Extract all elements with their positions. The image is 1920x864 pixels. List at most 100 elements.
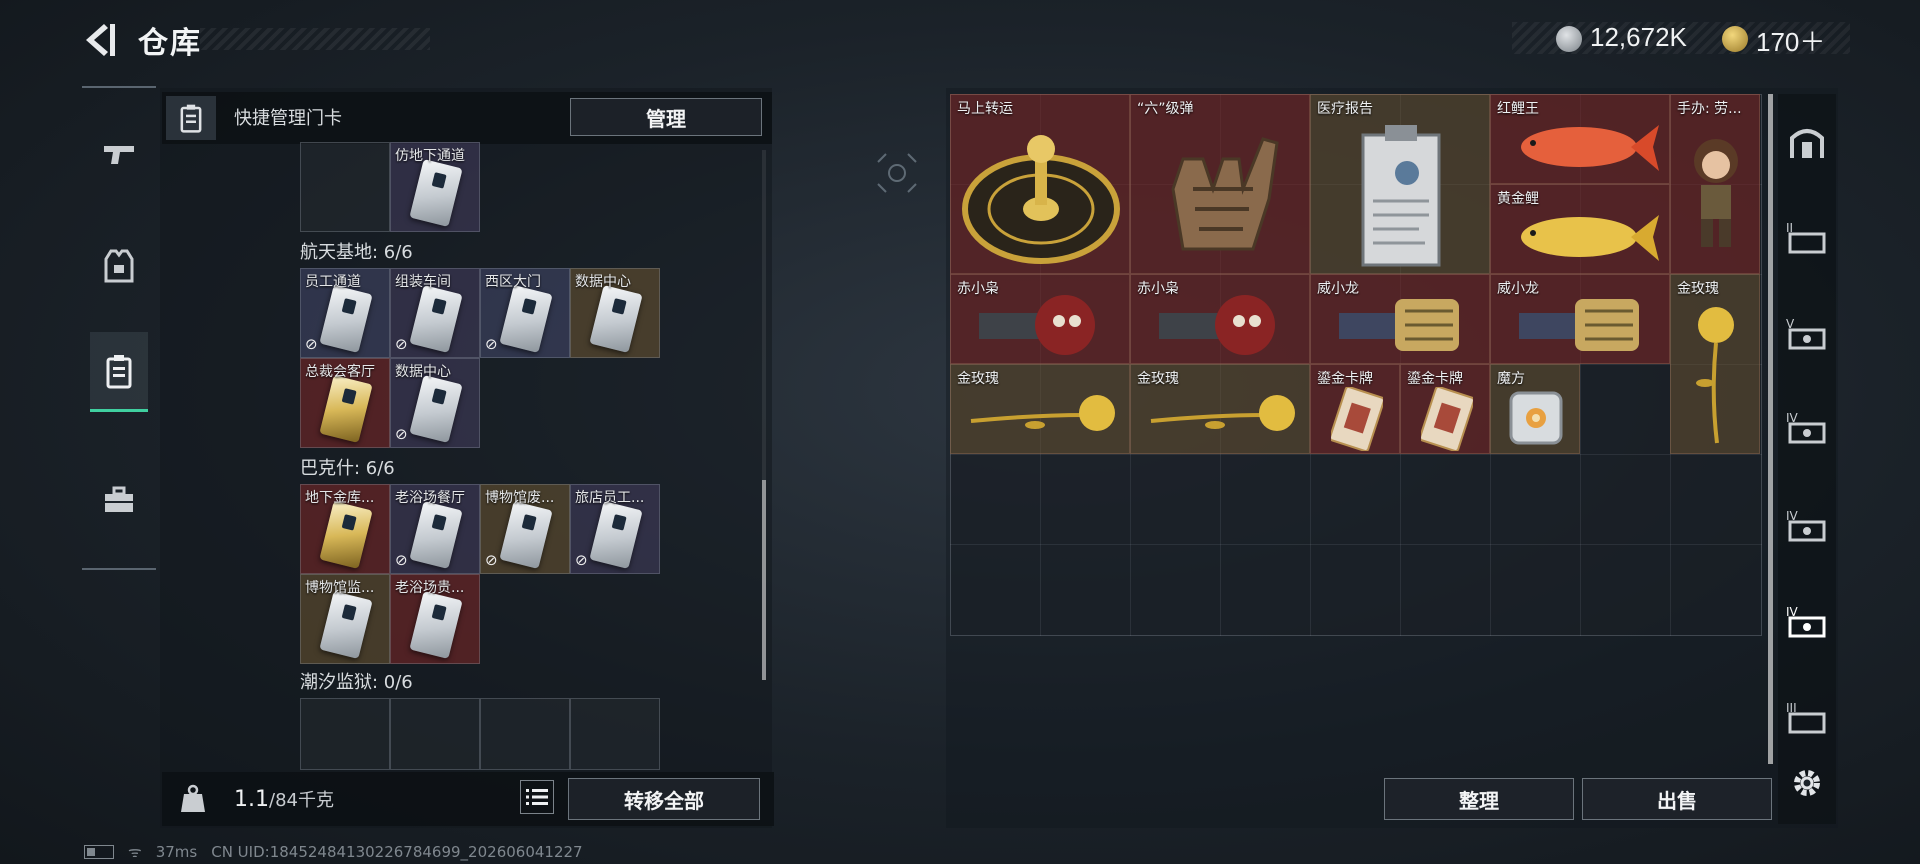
item-red-koi[interactable]: 红鲤王 — [1490, 94, 1670, 184]
status-bar: ᯤ 37ms CN UID:18452484130226784699_20260… — [84, 842, 583, 862]
back-button[interactable] — [82, 20, 118, 60]
settings-button[interactable] — [1782, 758, 1832, 808]
sort-button[interactable]: 整理 — [1384, 778, 1574, 820]
clipboard-report-icon — [1361, 125, 1441, 267]
storage-tab-IV-1[interactable]: IV — [1782, 402, 1832, 452]
item-gold-koi[interactable]: 黄金鲤 — [1490, 184, 1670, 274]
item-gilded-card[interactable]: 鎏金卡牌 — [1400, 364, 1490, 454]
item-red-owl[interactable]: 赤小枭 — [950, 274, 1130, 364]
nav-toolbox[interactable] — [90, 460, 148, 540]
nav-weapons[interactable] — [90, 114, 148, 194]
list-icon — [526, 789, 548, 805]
keycard-label: 员工通道 — [305, 274, 361, 290]
card-slot-empty — [300, 698, 390, 770]
keycard-label: 博物馆监... — [305, 580, 375, 596]
keycard-label: 地下金库... — [305, 490, 375, 506]
storage-tab-IV-2[interactable]: IV — [1782, 500, 1832, 550]
item-label: 赤小枭 — [957, 281, 999, 297]
item-label: 赤小枭 — [1137, 281, 1179, 297]
dragon-gauntlet-icon — [1339, 299, 1459, 351]
keycard-slot[interactable]: 地下金库... — [300, 484, 390, 574]
storage-tab-IV-3-active[interactable]: IV — [1782, 596, 1832, 646]
keycard-slot[interactable]: 西区大门 ⊘ — [480, 268, 570, 358]
gold-fish-icon — [1521, 215, 1659, 261]
keycard-slot[interactable]: 组装车间 ⊘ — [390, 268, 480, 358]
keycard-header-icon — [166, 96, 216, 140]
item-six-bomb[interactable]: “六”级弹 — [1130, 94, 1310, 274]
keycard-scroll-thumb[interactable] — [762, 480, 766, 680]
toolbox-icon — [105, 486, 133, 512]
item-dragon[interactable]: 威小龙 — [1310, 274, 1490, 364]
gold-rose-icon — [1150, 395, 1295, 431]
transfer-all-button[interactable]: 转移全部 — [568, 778, 760, 820]
keycard-label: 组装车间 — [395, 274, 451, 290]
keycard-label: 西区大门 — [485, 274, 541, 290]
keycard-slot[interactable]: 总裁会客厅 — [300, 358, 390, 448]
storage-box-IV-icon: IV — [1786, 411, 1826, 444]
item-figurine[interactable]: 手办: 劳... — [1670, 94, 1760, 274]
keycard-label: 总裁会客厅 — [305, 364, 375, 380]
keycard-holder-icon — [180, 104, 202, 133]
nav-keycards[interactable] — [90, 332, 148, 412]
item-gold-rose-vertical[interactable]: 金玫瑰 — [1670, 274, 1760, 454]
gold-rose-icon — [1696, 307, 1734, 444]
card-slot-empty — [570, 698, 660, 770]
storage-tab-V[interactable]: V — [1782, 308, 1832, 358]
item-gilded-card[interactable]: 鎏金卡牌 — [1310, 364, 1400, 454]
manage-button[interactable]: 管理 — [570, 98, 762, 136]
keycard-icon — [589, 285, 643, 353]
storage-tab-top[interactable] — [1782, 118, 1832, 168]
red-owl-gauntlet-icon — [1159, 295, 1275, 355]
keycard-slot[interactable]: 旅店员工... ⊘ — [570, 484, 660, 574]
figurine-icon — [1694, 139, 1738, 247]
no-card-icon: ⊘ — [485, 335, 498, 353]
lucky-wheel-icon — [962, 135, 1120, 264]
item-red-owl[interactable]: 赤小枭 — [1130, 274, 1310, 364]
sell-button[interactable]: 出售 — [1582, 778, 1772, 820]
keycard-icon — [319, 375, 373, 443]
grid-line — [950, 454, 1762, 455]
storage-box-III-icon: III — [1786, 701, 1826, 734]
currency-gold-value[interactable]: 170＋ — [1756, 22, 1825, 59]
warehouse-scrollbar[interactable] — [1768, 94, 1773, 764]
keycard-slot[interactable]: 数据中心 — [570, 268, 660, 358]
gilded-card-icon — [1421, 387, 1473, 451]
keycard-slot[interactable]: 员工通道 ⊘ — [300, 268, 390, 358]
currency-silver-value: 12,672K — [1590, 22, 1687, 52]
item-dragon[interactable]: 威小龙 — [1490, 274, 1670, 364]
keycard-icon — [409, 591, 463, 659]
item-medical-report[interactable]: 医疗报告 — [1310, 94, 1490, 274]
companion-cube-icon — [1509, 391, 1563, 445]
keycard-label: 旅店员工... — [575, 490, 645, 506]
item-label: 鎏金卡牌 — [1407, 371, 1463, 387]
keycard-icon — [589, 501, 643, 569]
storage-tab-II[interactable]: II — [1782, 212, 1832, 262]
title-decoration — [200, 28, 430, 50]
item-label: 金玫瑰 — [957, 371, 999, 387]
card-slot-empty — [390, 698, 480, 770]
storage-tab-III[interactable]: III — [1782, 692, 1832, 742]
wifi-icon: ᯤ — [128, 843, 142, 861]
item-lucky-wheel[interactable]: 马上转运 — [950, 94, 1130, 274]
item-gold-rose[interactable]: 金玫瑰 — [1130, 364, 1310, 454]
ping-value: 37ms — [155, 843, 198, 861]
keycard-slot[interactable]: 老浴场贵... — [390, 574, 480, 664]
keycard-label: 仿地下通道 — [395, 148, 465, 164]
list-view-button[interactable] — [520, 780, 554, 814]
keycard-slot[interactable]: 老浴场餐厅 ⊘ — [390, 484, 480, 574]
dragon-gauntlet-icon — [1519, 299, 1639, 351]
keycard-slot[interactable]: 数据中心 ⊘ — [390, 358, 480, 448]
item-cube[interactable]: 魔方 — [1490, 364, 1580, 454]
keycard-slot[interactable]: 仿地下通道 — [390, 142, 480, 232]
storage-box-IV-icon: IV — [1786, 605, 1826, 638]
keycard-slot[interactable]: 博物馆废... ⊘ — [480, 484, 570, 574]
item-label: 马上转运 — [957, 101, 1013, 117]
user-uid: CN UID:18452484130226784699_202606041227 — [211, 843, 583, 861]
no-card-icon: ⊘ — [395, 425, 408, 443]
keycard-icon — [409, 159, 463, 227]
keycard-icon — [319, 285, 373, 353]
nav-armor[interactable] — [90, 226, 148, 306]
keycard-slot[interactable]: 博物馆监... — [300, 574, 390, 664]
section-title: 航天基地: 6/6 — [300, 242, 413, 263]
item-gold-rose[interactable]: 金玫瑰 — [950, 364, 1130, 454]
